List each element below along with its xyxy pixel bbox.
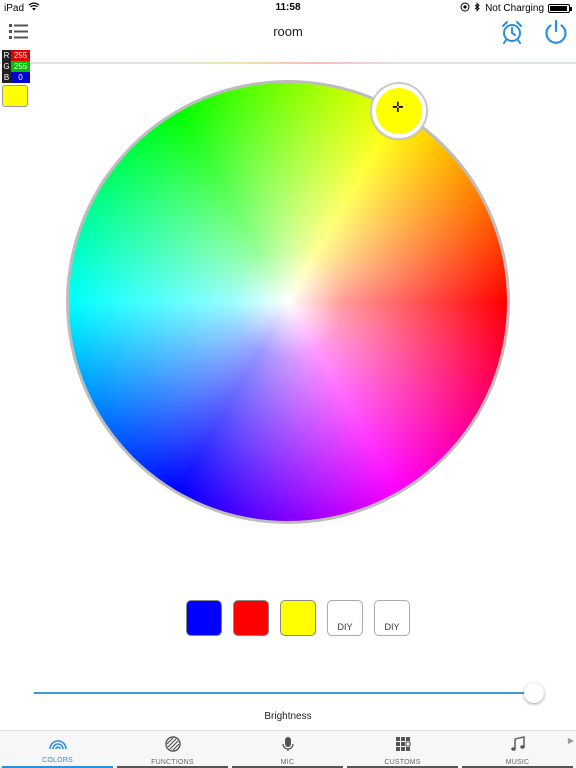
blue-label: B <box>2 72 11 83</box>
battery-icon <box>548 4 572 13</box>
current-color-swatch <box>2 85 28 107</box>
bluetooth-icon <box>474 2 481 15</box>
tab-functions[interactable]: FUNCTIONS <box>115 731 230 768</box>
preset-swatch-1[interactable] <box>186 600 222 636</box>
brightness-label: Brightness <box>264 711 312 722</box>
rainbow-icon <box>48 736 68 755</box>
tab-label: COLORS <box>42 757 73 764</box>
crosshair-icon: ✛ <box>392 99 404 115</box>
color-wheel-border <box>66 80 510 524</box>
orientation-lock-icon <box>460 2 470 15</box>
brightness-slider[interactable] <box>34 682 544 704</box>
page-title: room <box>273 24 303 39</box>
scroll-right-icon[interactable]: ▶ <box>568 736 574 745</box>
slider-thumb[interactable] <box>523 683 544 703</box>
music-note-icon <box>510 736 526 757</box>
blue-value-row: B 0 <box>2 72 30 83</box>
nav-divider <box>0 62 576 64</box>
status-bar: iPad 11:58 Not Charging <box>0 0 576 16</box>
tab-label: CUSTOMS <box>384 759 421 766</box>
functions-icon <box>164 736 181 757</box>
tab-mic[interactable]: MIC <box>230 731 345 768</box>
preset-swatch-3[interactable] <box>280 600 316 636</box>
tab-label: MUSIC <box>505 759 530 766</box>
red-label: R <box>2 50 11 61</box>
green-value-row: G 255 <box>2 61 30 72</box>
diy-label: DIY <box>337 622 353 632</box>
diy-label: DIY <box>384 622 400 632</box>
red-value: 255 <box>11 50 30 61</box>
preset-swatch-2[interactable] <box>233 600 269 636</box>
charging-status: Not Charging <box>485 3 544 14</box>
tab-bar: COLORS FUNCTIONS MIC CUSTOMS MUSIC <box>0 730 576 768</box>
diy-slot-1[interactable]: DIY <box>327 600 363 636</box>
alarm-clock-icon[interactable] <box>500 20 524 44</box>
nav-bar: room <box>0 16 576 64</box>
microphone-icon <box>281 736 295 757</box>
diy-slot-2[interactable]: DIY <box>374 600 410 636</box>
tab-music[interactable]: MUSIC <box>460 731 575 768</box>
tab-label: FUNCTIONS <box>151 759 194 766</box>
green-label: G <box>2 61 11 72</box>
tab-label: MIC <box>280 759 295 766</box>
green-value: 255 <box>11 61 30 72</box>
tab-customs[interactable]: CUSTOMS <box>345 731 460 768</box>
red-value-row: R 255 <box>2 50 30 61</box>
grid-icon <box>395 736 411 757</box>
power-icon[interactable] <box>542 18 570 46</box>
blue-value: 0 <box>11 72 30 83</box>
preset-swatches: DIY DIY <box>186 600 410 636</box>
tab-colors[interactable]: COLORS <box>0 731 115 768</box>
rgb-readout: R 255 G 255 B 0 <box>2 50 30 107</box>
color-wheel[interactable] <box>69 83 507 521</box>
slider-track-fill <box>34 692 534 694</box>
